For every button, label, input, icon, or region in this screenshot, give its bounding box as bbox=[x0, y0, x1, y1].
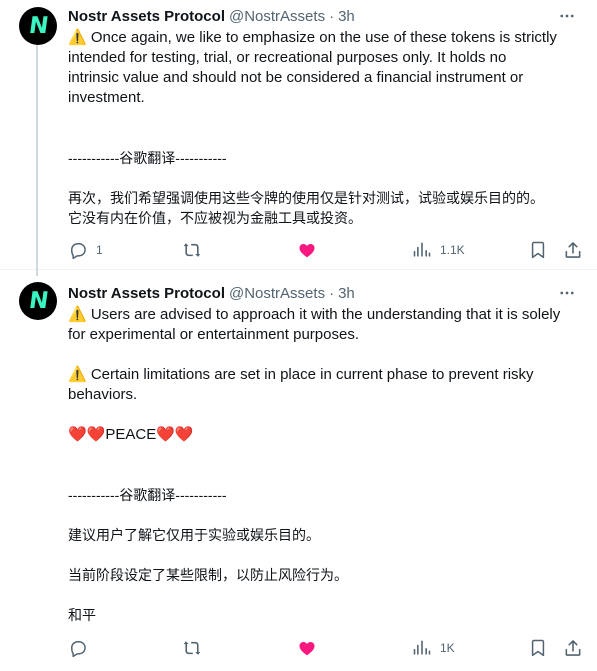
reply-icon bbox=[68, 638, 88, 658]
more-icon[interactable] bbox=[557, 6, 577, 26]
views-button[interactable]: 1K bbox=[412, 638, 455, 658]
avatar-logo: N bbox=[27, 287, 50, 314]
reply-icon bbox=[68, 240, 88, 260]
tweet-header: Nostr Assets Protocol @NostrAssets · 3h bbox=[68, 6, 577, 26]
text-line bbox=[68, 465, 578, 485]
display-name[interactable]: Nostr Assets Protocol bbox=[68, 285, 225, 302]
text-line: -----------谷歌翻译----------- bbox=[68, 487, 227, 503]
tweet[interactable]: N Nostr Assets Protocol @NostrAssets · 3… bbox=[0, 270, 597, 671]
text-line bbox=[68, 128, 578, 148]
reply-count: 1 bbox=[96, 243, 103, 257]
bookmark-icon bbox=[528, 638, 548, 658]
text-line: behaviors. bbox=[68, 386, 138, 403]
avatar[interactable]: N bbox=[19, 7, 57, 45]
text-line bbox=[68, 405, 578, 425]
repost-icon bbox=[182, 638, 202, 658]
avatar-logo: N bbox=[27, 12, 50, 39]
tweet-header: Nostr Assets Protocol @NostrAssets · 3h bbox=[68, 283, 577, 303]
tweet-text: ⚠️ Users are advised to approach it with… bbox=[68, 305, 578, 625]
action-bar: 1K bbox=[58, 638, 583, 658]
views-chart-icon bbox=[412, 240, 432, 260]
text-line: 和平 bbox=[68, 607, 96, 623]
bookmark-icon bbox=[528, 240, 548, 260]
action-bar: 1 1.1K bbox=[58, 240, 583, 260]
more-icon[interactable] bbox=[557, 283, 577, 303]
text-line: 它没有内在价值，不应被视为金融工具或投资。 bbox=[68, 210, 362, 226]
views-button[interactable]: 1.1K bbox=[412, 240, 465, 260]
view-count: 1K bbox=[440, 641, 455, 655]
text-line bbox=[68, 345, 578, 365]
text-line: for experimental or entertainment purpos… bbox=[68, 326, 359, 343]
reply-button[interactable] bbox=[68, 638, 96, 658]
bookmark-button[interactable] bbox=[528, 638, 548, 658]
share-button[interactable] bbox=[563, 240, 583, 260]
share-button[interactable] bbox=[563, 638, 583, 658]
repost-button[interactable] bbox=[182, 240, 210, 260]
bookmark-button[interactable] bbox=[528, 240, 548, 260]
views-chart-icon bbox=[412, 638, 432, 658]
separator-dot: · bbox=[329, 284, 335, 302]
view-count: 1.1K bbox=[440, 243, 465, 257]
tweet-text: ⚠️ Once again, we like to emphasize on t… bbox=[68, 28, 578, 228]
like-button[interactable] bbox=[297, 240, 325, 260]
timestamp[interactable]: 3h bbox=[338, 285, 355, 302]
text-line bbox=[68, 108, 578, 128]
display-name[interactable]: Nostr Assets Protocol bbox=[68, 8, 225, 25]
separator-dot: · bbox=[329, 7, 335, 25]
share-icon bbox=[563, 638, 583, 658]
text-line bbox=[68, 445, 578, 465]
text-line bbox=[68, 505, 578, 525]
repost-button[interactable] bbox=[182, 638, 210, 658]
text-line: 当前阶段设定了某些限制，以防止风险行为。 bbox=[68, 567, 348, 583]
text-line bbox=[68, 545, 578, 565]
reply-button[interactable]: 1 bbox=[68, 240, 103, 260]
text-line: 再次，我们希望强调使用这些令牌的使用仅是针对测试，试验或娱乐目的的。 bbox=[68, 190, 544, 206]
repost-icon bbox=[182, 240, 202, 260]
share-icon bbox=[563, 240, 583, 260]
text-line: ⚠️ Once again, we like to emphasize on t… bbox=[68, 29, 557, 46]
text-line bbox=[68, 585, 578, 605]
like-button[interactable] bbox=[297, 638, 325, 658]
text-line: investment. bbox=[68, 89, 145, 106]
text-line bbox=[68, 168, 578, 188]
text-line: ⚠️ Certain limitations are set in place … bbox=[68, 366, 534, 383]
text-line: intended for testing, trial, or recreati… bbox=[68, 49, 507, 66]
heart-filled-icon bbox=[297, 240, 317, 260]
timestamp[interactable]: 3h bbox=[338, 8, 355, 25]
tweet[interactable]: N Nostr Assets Protocol @NostrAssets · 3… bbox=[0, 0, 597, 276]
text-line: ⚠️ Users are advised to approach it with… bbox=[68, 306, 561, 323]
text-line: -----------谷歌翻译----------- bbox=[68, 150, 227, 166]
heart-filled-icon bbox=[297, 638, 317, 658]
text-line: intrinsic value and should not be consid… bbox=[68, 69, 524, 86]
thread-connector-line bbox=[36, 44, 38, 276]
text-line: ❤️❤️PEACE❤️❤️ bbox=[68, 426, 194, 443]
avatar[interactable]: N bbox=[19, 282, 57, 320]
user-handle[interactable]: @NostrAssets bbox=[229, 8, 325, 25]
user-handle[interactable]: @NostrAssets bbox=[229, 285, 325, 302]
text-line: 建议用户了解它仅用于实验或娱乐目的。 bbox=[68, 527, 320, 543]
